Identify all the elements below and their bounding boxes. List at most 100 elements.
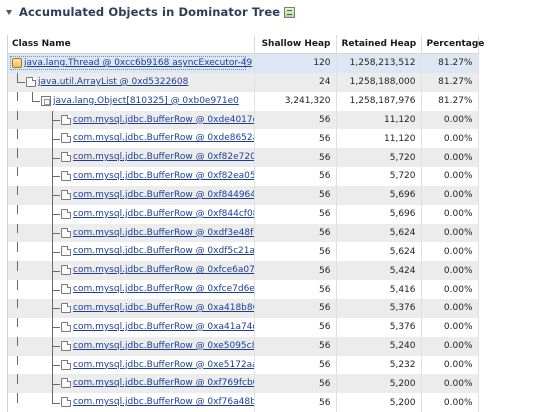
percentage-cell: 0.00%: [421, 242, 478, 261]
class-name-link[interactable]: com.mysql.jdbc.BufferRow @ 0xa418b860: [73, 299, 254, 317]
table-row[interactable]: com.mysql.jdbc.BufferRow @ 0xf82e7200565…: [8, 148, 478, 167]
column-header-shallow-heap[interactable]: Shallow Heap: [254, 35, 336, 54]
class-name-link[interactable]: com.mysql.jdbc.BufferRow @ 0xdf3e48f8: [73, 224, 254, 242]
object-icon: [61, 360, 71, 370]
shallow-heap-cell: 120: [254, 54, 336, 73]
class-name-cell[interactable]: com.mysql.jdbc.BufferRow @ 0xa41a74d8: [8, 318, 254, 337]
class-name-link[interactable]: com.mysql.jdbc.BufferRow @ 0xe5095c88: [73, 337, 254, 355]
table-row[interactable]: com.mysql.jdbc.BufferRow @ 0xa41a74d8565…: [8, 318, 478, 337]
object-icon: [61, 171, 71, 181]
table-row[interactable]: com.mysql.jdbc.BufferRow @ 0xe5172aa8565…: [8, 356, 478, 375]
class-name-link[interactable]: com.mysql.jdbc.BufferRow @ 0xf8449640: [73, 186, 254, 204]
table-row[interactable]: com.mysql.jdbc.BufferRow @ 0xdf5c21a8565…: [8, 242, 478, 261]
column-header-class-name[interactable]: Class Name: [8, 35, 254, 54]
percentage-cell: 0.00%: [421, 356, 478, 375]
object-icon: [61, 115, 71, 125]
class-name-cell[interactable]: com.mysql.jdbc.BufferRow @ 0xdf3e48f8: [8, 224, 254, 243]
class-name-cell[interactable]: java.util.ArrayList @ 0xd5322608: [8, 73, 254, 92]
class-name-link[interactable]: com.mysql.jdbc.BufferRow @ 0xfce7d6e0: [73, 280, 254, 298]
table-row[interactable]: com.mysql.jdbc.BufferRow @ 0xf8449640565…: [8, 186, 478, 205]
class-name-link[interactable]: com.mysql.jdbc.BufferRow @ 0xe5172aa8: [73, 356, 254, 374]
class-name-link[interactable]: com.mysql.jdbc.BufferRow @ 0xde4017d8: [73, 111, 254, 129]
class-name-cell[interactable]: com.mysql.jdbc.BufferRow @ 0xf76a48b8: [8, 393, 254, 412]
class-name-link[interactable]: com.mysql.jdbc.BufferRow @ 0xde8652a8: [73, 129, 254, 147]
table-view-icon[interactable]: [284, 7, 295, 18]
retained-heap-cell: 5,624: [336, 242, 421, 261]
percentage-cell: 0.00%: [421, 299, 478, 318]
triangle-down-icon[interactable]: [6, 10, 12, 15]
retained-heap-cell: 11,120: [336, 129, 421, 148]
percentage-cell: 0.00%: [421, 129, 478, 148]
class-name-cell[interactable]: com.mysql.jdbc.BufferRow @ 0xde4017d8: [8, 111, 254, 130]
percentage-cell: 0.00%: [421, 393, 478, 412]
class-name-link[interactable]: com.mysql.jdbc.BufferRow @ 0xf769fcb0: [73, 374, 254, 392]
table-row[interactable]: com.mysql.jdbc.BufferRow @ 0xf76a48b8565…: [8, 393, 478, 412]
class-name-cell[interactable]: com.mysql.jdbc.BufferRow @ 0xe5095c88: [8, 337, 254, 356]
percentage-cell: 0.00%: [421, 280, 478, 299]
class-name-cell[interactable]: com.mysql.jdbc.BufferRow @ 0xa418b860: [8, 299, 254, 318]
table-row[interactable]: com.mysql.jdbc.BufferRow @ 0xa418b860565…: [8, 299, 478, 318]
shallow-heap-cell: 56: [254, 318, 336, 337]
retained-heap-cell: 5,232: [336, 356, 421, 375]
class-name-cell[interactable]: com.mysql.jdbc.BufferRow @ 0xfce6a070: [8, 261, 254, 280]
object-icon: [61, 322, 71, 332]
class-name-link[interactable]: com.mysql.jdbc.BufferRow @ 0xa41a74d8: [73, 318, 254, 336]
retained-heap-cell: 1,258,188,000: [336, 73, 421, 92]
table-row[interactable]: com.mysql.jdbc.BufferRow @ 0xde8652a8561…: [8, 129, 478, 148]
class-name-cell[interactable]: com.mysql.jdbc.BufferRow @ 0xfce7d6e0: [8, 280, 254, 299]
column-header-retained-heap[interactable]: Retained Heap: [336, 35, 421, 54]
percentage-cell: 0.00%: [421, 205, 478, 224]
class-name-link[interactable]: com.mysql.jdbc.BufferRow @ 0xf844cf08: [73, 205, 254, 223]
retained-heap-cell: 5,376: [336, 299, 421, 318]
shallow-heap-cell: 56: [254, 186, 336, 205]
object-icon: [61, 284, 71, 294]
section-title: Accumulated Objects in Dominator Tree: [19, 5, 280, 19]
shallow-heap-cell: 56: [254, 148, 336, 167]
percentage-cell: 0.00%: [421, 261, 478, 280]
table-row[interactable]: com.mysql.jdbc.BufferRow @ 0xe5095c88565…: [8, 337, 478, 356]
class-name-link[interactable]: com.mysql.jdbc.BufferRow @ 0xdf5c21a8: [73, 242, 254, 260]
class-name-link[interactable]: com.mysql.jdbc.BufferRow @ 0xf76a48b8: [73, 393, 254, 411]
shallow-heap-cell: 56: [254, 299, 336, 318]
class-name-cell[interactable]: com.mysql.jdbc.BufferRow @ 0xf844cf08: [8, 205, 254, 224]
object-icon: [61, 341, 71, 351]
object-icon: [61, 190, 71, 200]
object-icon: [61, 228, 71, 238]
retained-heap-cell: 5,376: [336, 318, 421, 337]
table-row[interactable]: java.util.ArrayList @ 0xd5322608241,258,…: [8, 73, 478, 92]
percentage-cell: 0.00%: [421, 318, 478, 337]
shallow-heap-cell: 56: [254, 129, 336, 148]
object-icon: [61, 378, 71, 388]
class-name-cell[interactable]: java.lang.Thread @ 0xcc6b9168 asyncExecu…: [8, 54, 254, 73]
class-name-link[interactable]: java.util.ArrayList @ 0xd5322608: [38, 73, 188, 91]
table-row[interactable]: java.lang.Thread @ 0xcc6b9168 asyncExecu…: [8, 54, 478, 73]
class-name-cell[interactable]: com.mysql.jdbc.BufferRow @ 0xf82ea058: [8, 167, 254, 186]
table-row[interactable]: com.mysql.jdbc.BufferRow @ 0xf769fcb0565…: [8, 374, 478, 393]
class-name-cell[interactable]: com.mysql.jdbc.BufferRow @ 0xf8449640: [8, 186, 254, 205]
class-name-cell[interactable]: com.mysql.jdbc.BufferRow @ 0xdf5c21a8: [8, 242, 254, 261]
class-name-cell[interactable]: com.mysql.jdbc.BufferRow @ 0xde8652a8: [8, 129, 254, 148]
class-name-link[interactable]: com.mysql.jdbc.BufferRow @ 0xf82e7200: [73, 148, 254, 166]
table-row[interactable]: java.lang.Object[810325] @ 0xb0e971e0 3,2…: [8, 92, 478, 111]
class-name-link[interactable]: com.mysql.jdbc.BufferRow @ 0xfce6a070: [73, 261, 254, 279]
column-header-percentage[interactable]: Percentage: [421, 35, 478, 54]
class-name-cell[interactable]: com.mysql.jdbc.BufferRow @ 0xe5172aa8: [8, 356, 254, 375]
percentage-cell: 0.00%: [421, 374, 478, 393]
class-name-cell[interactable]: java.lang.Object[810325] @ 0xb0e971e0: [8, 92, 254, 111]
percentage-cell: 0.00%: [421, 111, 478, 130]
class-name-link[interactable]: java.lang.Object[810325] @ 0xb0e971e0: [53, 92, 239, 110]
table-row[interactable]: com.mysql.jdbc.BufferRow @ 0xf82ea058565…: [8, 167, 478, 186]
class-name-cell[interactable]: com.mysql.jdbc.BufferRow @ 0xf82e7200: [8, 148, 254, 167]
shallow-heap-cell: 3,241,320: [254, 92, 336, 111]
table-row[interactable]: com.mysql.jdbc.BufferRow @ 0xfce6a070565…: [8, 261, 478, 280]
class-name-link[interactable]: com.mysql.jdbc.BufferRow @ 0xf82ea058: [73, 167, 254, 185]
class-name-cell[interactable]: com.mysql.jdbc.BufferRow @ 0xf769fcb0: [8, 374, 254, 393]
object-icon: [61, 209, 71, 219]
table-row[interactable]: com.mysql.jdbc.BufferRow @ 0xdf3e48f8565…: [8, 224, 478, 243]
table-row[interactable]: com.mysql.jdbc.BufferRow @ 0xfce7d6e0565…: [8, 280, 478, 299]
table-row[interactable]: com.mysql.jdbc.BufferRow @ 0xde4017d8561…: [8, 111, 478, 130]
retained-heap-cell: 5,240: [336, 337, 421, 356]
retained-heap-cell: 1,258,187,976: [336, 92, 421, 111]
table-row[interactable]: com.mysql.jdbc.BufferRow @ 0xf844cf08565…: [8, 205, 478, 224]
section-header: Accumulated Objects in Dominator Tree: [6, 2, 295, 22]
